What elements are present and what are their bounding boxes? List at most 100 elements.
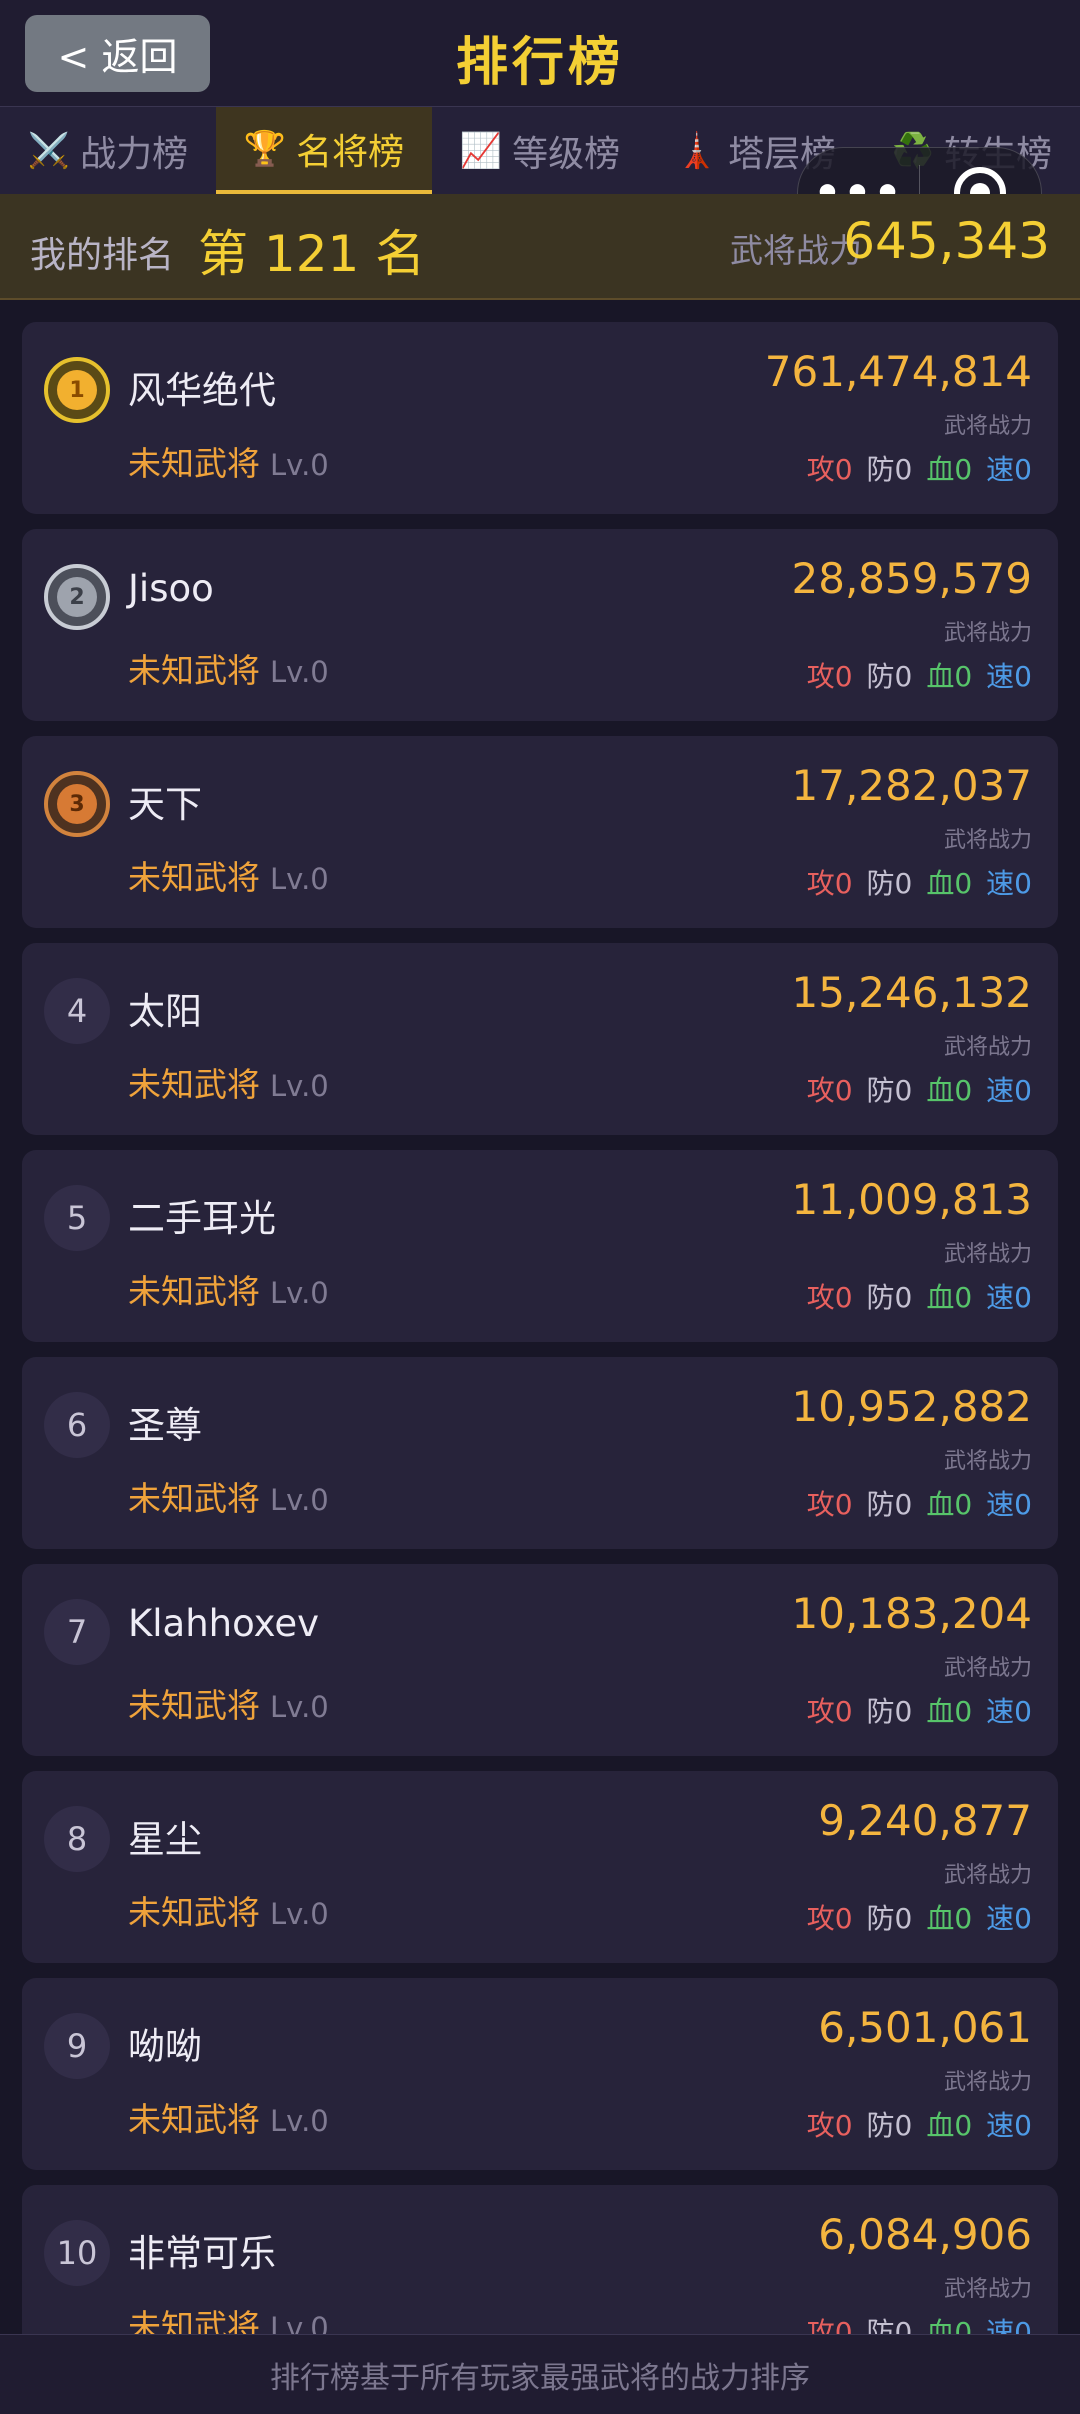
player-name: 风华绝代 xyxy=(128,369,276,412)
list-item[interactable]: 3 天下 未知武将 Lv.0 17,282,037 武将战力 攻0 防0 血0 速0 xyxy=(22,736,1058,928)
general-level: Lv.0 xyxy=(270,1483,329,1517)
player-name: Klahhoxev xyxy=(128,1602,320,1645)
tab-label: 等级榜 xyxy=(512,133,621,175)
stats-row: 攻0 防0 血0 速0 xyxy=(807,1897,1032,1937)
stats-row: 攻0 防0 血0 速0 xyxy=(807,1276,1032,1316)
attack-stat: 攻0 xyxy=(806,1488,853,1521)
rank-number: 7 xyxy=(44,1599,110,1665)
power-label: 武将战力 xyxy=(943,1449,1032,1474)
rank-number: 9 xyxy=(44,2013,110,2079)
general-level: Lv.0 xyxy=(270,448,329,482)
hp-stat: 血0 xyxy=(926,1074,973,1107)
list-item[interactable]: 2 Jisoo 未知武将 Lv.0 28,859,579 武将战力 攻0 防0 血0 速… xyxy=(22,529,1058,721)
list-item[interactable]: 1 风华绝代 未知武将 Lv.0 761,474,814 武将战力 攻0 防0 血0 速… xyxy=(22,322,1058,514)
trophy-icon: 🏆 xyxy=(243,128,287,169)
stats-row: 攻0 防0 血0 速0 xyxy=(807,655,1032,695)
attack-stat: 攻0 xyxy=(806,1695,853,1728)
speed-stat: 速0 xyxy=(986,1281,1032,1314)
bronze-medal-icon: 3 xyxy=(44,771,110,837)
power-value: 11,009,813 xyxy=(791,1175,1032,1224)
power-value: 28,859,579 xyxy=(791,554,1032,603)
power-label: 武将战力 xyxy=(943,2070,1032,2095)
general-name: 未知武将 Lv.0 xyxy=(128,858,329,897)
defense-stat: 防0 xyxy=(866,1281,913,1314)
stats-row: 攻0 防0 血0 速0 xyxy=(807,862,1032,902)
power-value: 6,084,906 xyxy=(818,2210,1032,2259)
defense-stat: 防0 xyxy=(866,453,913,486)
header-bar: < 返回 排行榜 xyxy=(0,0,1080,106)
my-rank-label: 我的排名 xyxy=(30,235,175,276)
defense-stat: 防0 xyxy=(866,1074,913,1107)
hp-stat: 血0 xyxy=(926,1902,973,1935)
attack-stat: 攻0 xyxy=(806,1281,853,1314)
tab-power[interactable]: ⚔️ 战力榜 xyxy=(0,107,216,194)
tab-label: 名将榜 xyxy=(296,131,405,173)
power-value: 10,183,204 xyxy=(791,1589,1032,1638)
player-name: 非常可乐 xyxy=(128,2232,276,2275)
general-name: 未知武将 Lv.0 xyxy=(128,1686,329,1725)
power-value: 17,282,037 xyxy=(791,761,1032,810)
hp-stat: 血0 xyxy=(926,867,973,900)
tab-famous-generals[interactable]: 🏆 名将榜 xyxy=(216,107,432,194)
my-rank-value: 第 121 名 xyxy=(198,225,426,283)
power-value: 6,501,061 xyxy=(818,2003,1032,2052)
general-name: 未知武将 Lv.0 xyxy=(128,651,329,690)
player-name: 天下 xyxy=(128,783,202,826)
hp-stat: 血0 xyxy=(926,660,973,693)
list-item[interactable]: 9 呦呦 未知武将 Lv.0 6,501,061 武将战力 攻0 防0 血0 速0 xyxy=(22,1978,1058,2170)
list-item[interactable]: 5 二手耳光 未知武将 Lv.0 11,009,813 武将战力 攻0 防0 血0 速0 xyxy=(22,1150,1058,1342)
list-item[interactable]: 7 Klahhoxev 未知武将 Lv.0 10,183,204 武将战力 攻0 防… xyxy=(22,1564,1058,1756)
list-item[interactable]: 6 圣尊 未知武将 Lv.0 10,952,882 武将战力 攻0 防0 血0 速0 xyxy=(22,1357,1058,1549)
general-level: Lv.0 xyxy=(270,655,329,689)
speed-stat: 速0 xyxy=(986,1074,1032,1107)
medal-number: 1 xyxy=(57,370,97,410)
stats-row: 攻0 防0 血0 速0 xyxy=(807,1069,1032,1109)
player-name: 圣尊 xyxy=(128,1404,202,1447)
rank-number: 6 xyxy=(44,1392,110,1458)
general-level: Lv.0 xyxy=(270,1897,329,1931)
power-label: 武将战力 xyxy=(943,828,1032,853)
tab-level[interactable]: 📈 等级榜 xyxy=(432,107,648,194)
tab-label: 战力榜 xyxy=(80,133,189,175)
general-name: 未知武将 Lv.0 xyxy=(128,1893,329,1932)
general-name: 未知武将 Lv.0 xyxy=(128,1479,329,1518)
my-power-label: 武将战力 xyxy=(730,231,862,270)
tower-icon: 🗼 xyxy=(675,130,719,171)
rank-number: 10 xyxy=(44,2220,110,2286)
player-name: 星尘 xyxy=(128,1818,202,1861)
chart-up-icon: 📈 xyxy=(459,130,503,171)
speed-stat: 速0 xyxy=(986,660,1032,693)
gold-medal-icon: 1 xyxy=(44,357,110,423)
power-value: 761,474,814 xyxy=(764,347,1032,396)
stats-row: 攻0 防0 血0 速0 xyxy=(807,448,1032,488)
player-name: 呦呦 xyxy=(128,2025,202,2068)
defense-stat: 防0 xyxy=(866,1902,913,1935)
speed-stat: 速0 xyxy=(986,1488,1032,1521)
speed-stat: 速0 xyxy=(986,1695,1032,1728)
general-name: 未知武将 Lv.0 xyxy=(128,1065,329,1104)
power-label: 武将战力 xyxy=(943,1035,1032,1060)
power-label: 武将战力 xyxy=(943,1242,1032,1267)
defense-stat: 防0 xyxy=(866,660,913,693)
general-level: Lv.0 xyxy=(270,1069,329,1103)
general-name: 未知武将 Lv.0 xyxy=(128,2100,329,2139)
my-rank-bar: 我的排名 第 121 名 武将战力 645,343 xyxy=(0,194,1080,300)
rank-number: 4 xyxy=(44,978,110,1044)
defense-stat: 防0 xyxy=(866,867,913,900)
attack-stat: 攻0 xyxy=(806,867,853,900)
power-label: 武将战力 xyxy=(943,621,1032,646)
footer-note: 排行榜基于所有玩家最强武将的战力排序 xyxy=(0,2334,1080,2414)
medal-number: 3 xyxy=(57,784,97,824)
attack-stat: 攻0 xyxy=(806,453,853,486)
list-item[interactable]: 8 星尘 未知武将 Lv.0 9,240,877 武将战力 攻0 防0 血0 速0 xyxy=(22,1771,1058,1963)
general-level: Lv.0 xyxy=(270,862,329,896)
player-name: 二手耳光 xyxy=(128,1197,276,1240)
hp-stat: 血0 xyxy=(926,2109,973,2142)
player-name: Jisoo xyxy=(128,567,214,610)
list-item[interactable]: 4 太阳 未知武将 Lv.0 15,246,132 武将战力 攻0 防0 血0 速0 xyxy=(22,943,1058,1135)
defense-stat: 防0 xyxy=(866,1695,913,1728)
power-label: 武将战力 xyxy=(943,2277,1032,2302)
stats-row: 攻0 防0 血0 速0 xyxy=(807,1690,1032,1730)
medal-number: 2 xyxy=(57,577,97,617)
general-level: Lv.0 xyxy=(270,2104,329,2138)
